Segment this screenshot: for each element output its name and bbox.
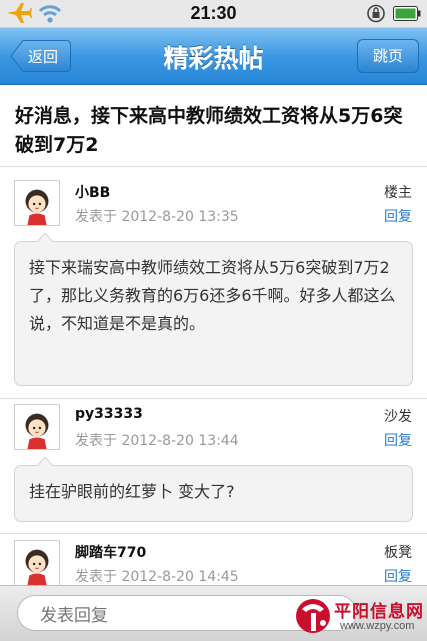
watermark-name: 平阳信息网 — [334, 602, 424, 622]
divider — [0, 166, 427, 167]
user-avatar — [14, 404, 60, 450]
post-author[interactable]: 脚踏车770 — [75, 542, 146, 562]
thread-title: 好消息，接下来高中教师绩效工资将从5万6突破到7万2 — [15, 105, 403, 156]
rotation-lock-icon — [367, 4, 385, 23]
post-timestamp: 发表于 2012-8-20 13:35 — [75, 209, 239, 225]
post-author[interactable]: 小BB — [75, 182, 110, 202]
post-timestamp: 发表于 2012-8-20 13:44 — [75, 433, 239, 449]
post-content: 接下来瑞安高中教师绩效工资将从5万6突破到7万2了，那比义务教育的6万6还多6千… — [29, 258, 396, 333]
navigation-bar: 返回 精彩热帖 跳页 — [0, 28, 427, 85]
user-avatar — [14, 180, 60, 226]
reply-link[interactable]: 回复 — [384, 206, 412, 226]
post-author[interactable]: py33333 — [75, 406, 143, 422]
post-floor-label: 楼主 — [384, 185, 412, 201]
post-content: 挂在驴眼前的红萝卜 变大了? — [29, 482, 235, 501]
jump-page-button[interactable]: 跳页 — [357, 39, 419, 73]
status-time: 21:30 — [190, 3, 237, 23]
battery-icon — [393, 6, 421, 21]
user-avatar — [14, 540, 60, 586]
site-watermark: 平阳信息网 www.wzpy.com — [290, 593, 427, 640]
post-content-bubble: 挂在驴眼前的红萝卜 变大了? — [14, 457, 413, 522]
post-floor-label: 板凳 — [384, 545, 412, 561]
watermark-logo-icon — [296, 599, 330, 633]
divider — [0, 398, 427, 399]
reply-link[interactable]: 回复 — [384, 430, 412, 450]
post-content-bubble: 接下来瑞安高中教师绩效工资将从5万6突破到7万2了，那比义务教育的6万6还多6千… — [14, 233, 413, 386]
reply-link[interactable]: 回复 — [384, 566, 412, 586]
watermark-url: www.wzpy.com — [340, 620, 415, 632]
divider — [0, 533, 427, 534]
status-bar: 21:30 — [0, 0, 427, 28]
bubble-notch — [37, 233, 53, 242]
bubble-notch — [37, 457, 53, 466]
post-floor-label: 沙发 — [384, 409, 412, 425]
post-timestamp: 发表于 2012-8-20 14:45 — [75, 569, 239, 585]
